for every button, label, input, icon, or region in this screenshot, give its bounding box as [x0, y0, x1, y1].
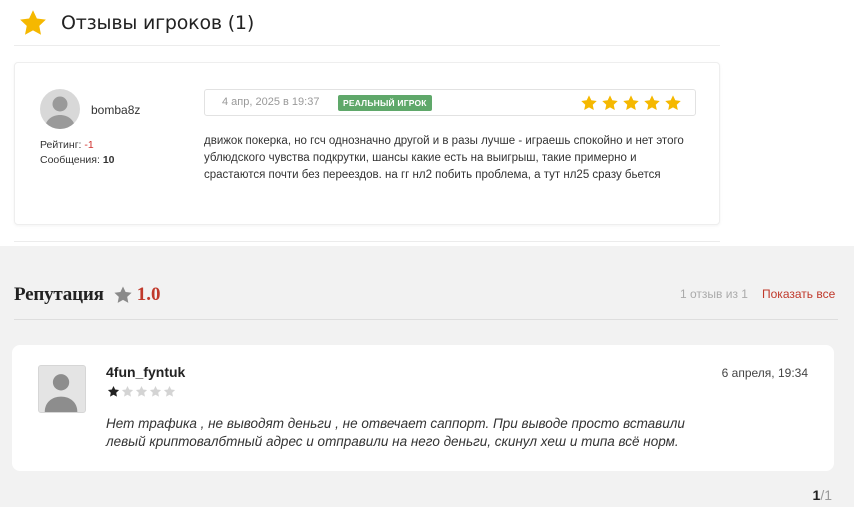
real-player-badge: РЕАЛЬНЫЙ ИГРОК [338, 95, 432, 111]
review-count: 1 отзыв из 1 [680, 287, 748, 301]
divider [14, 241, 720, 242]
star-icon [114, 286, 132, 303]
star-empty-icon [135, 385, 148, 397]
review-author-name[interactable]: 4fun_fyntuk [106, 364, 185, 380]
messages-label: Сообщения: [40, 154, 100, 166]
player-review-card: bomba8z Рейтинг: -1 Сообщения: 10 4 апр,… [14, 62, 720, 225]
review-date: 6 апреля, 19:34 [721, 366, 808, 380]
star-filled-icon [665, 95, 681, 111]
star-filled-icon [602, 95, 618, 111]
reputation-section: Репутация 1.0 1 отзыв из 1 Показать все … [0, 246, 854, 507]
star-empty-icon [163, 385, 176, 397]
players-reviews-header: Отзывы игроков (1) [14, 0, 720, 46]
pagination: 1/1 [813, 487, 832, 503]
players-reviews-section: Отзывы игроков (1) bomba8z Рейтинг: -1 С… [0, 0, 854, 246]
user-silhouette-icon [44, 374, 78, 412]
star-empty-icon [121, 385, 134, 397]
reputation-header: Репутация 1.0 [14, 284, 160, 306]
review-date: 4 апр, 2025 в 19:37 [222, 96, 320, 108]
review-star-rating [107, 385, 176, 398]
rating-label: Рейтинг: [40, 139, 82, 151]
reputation-title: Репутация [14, 284, 104, 305]
messages-value: 10 [102, 154, 115, 166]
review-author-name[interactable]: bomba8z [91, 103, 140, 117]
rating-value: -1 [84, 139, 94, 151]
star-filled-icon [623, 95, 639, 111]
review-meta-bar: 4 апр, 2025 в 19:37 РЕАЛЬНЫЙ ИГРОК [204, 89, 696, 116]
star-icon [20, 9, 46, 35]
star-filled-icon [581, 95, 597, 111]
star-filled-icon [107, 385, 120, 397]
show-all-link[interactable]: Показать все [762, 287, 835, 301]
avatar[interactable] [40, 89, 80, 129]
star-empty-icon [149, 385, 162, 397]
user-silhouette-icon [45, 96, 75, 129]
author-rating: Рейтинг: -1 [40, 139, 94, 151]
review-text: движок покерка, но гсч однозначно другой… [204, 135, 684, 181]
divider [14, 319, 838, 320]
review-star-rating [580, 94, 682, 112]
review-text: Нет трафика , не выводят деньги , не отв… [106, 416, 685, 449]
total-pages: 1 [824, 487, 832, 503]
reputation-score: 1.0 [136, 284, 161, 305]
author-messages: Сообщения: 10 [40, 154, 115, 166]
reputation-review-card: 4fun_fyntuk 6 апреля, 19:34 Нет трафика … [12, 345, 834, 471]
avatar[interactable] [38, 365, 86, 413]
players-reviews-title: Отзывы игроков (1) [61, 11, 255, 34]
star-filled-icon [644, 95, 660, 111]
